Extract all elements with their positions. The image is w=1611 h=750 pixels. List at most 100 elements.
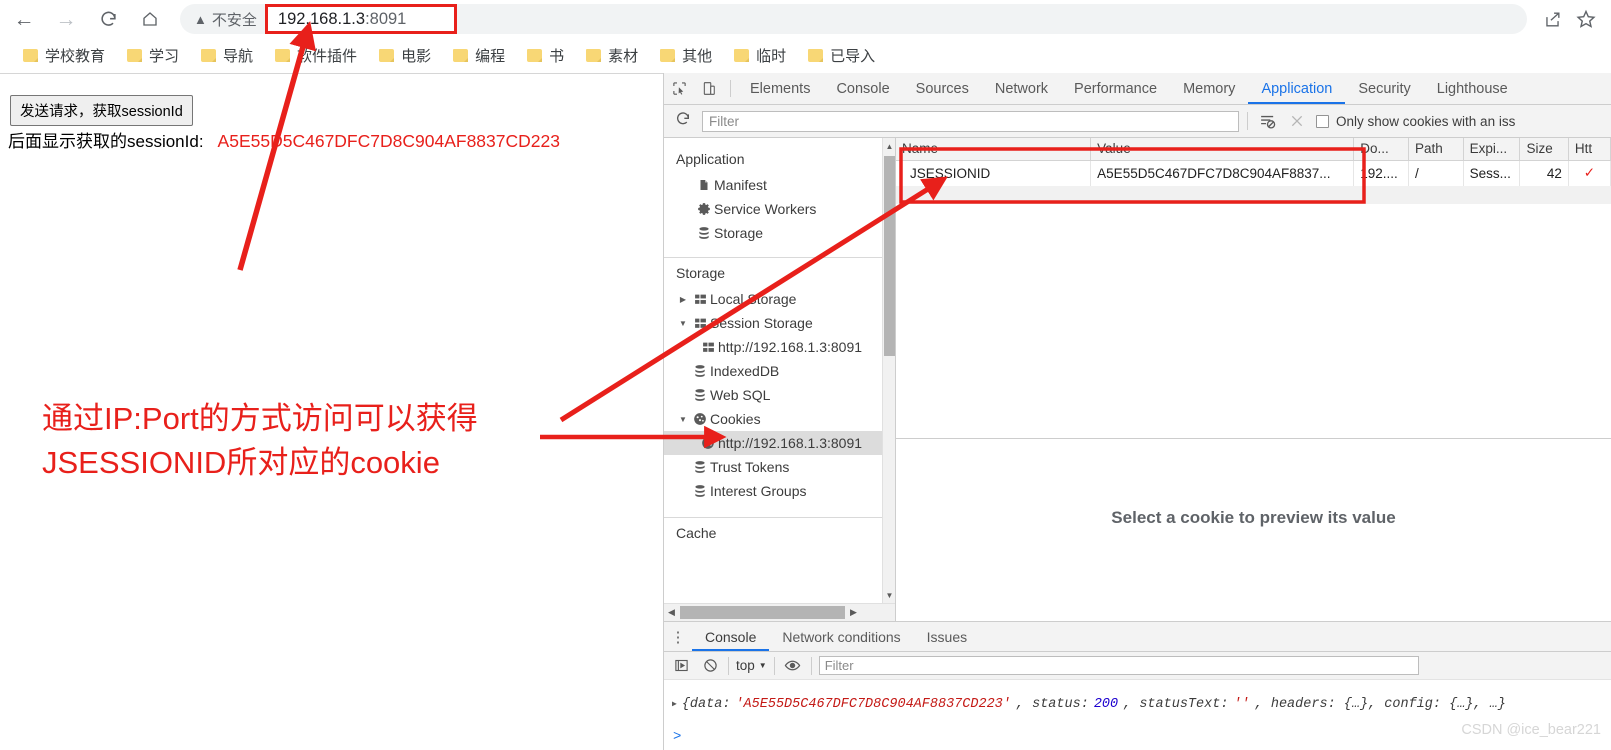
cookies-view: Name Value Do... Path Expi... Size Htt J…: [896, 138, 1611, 621]
share-icon[interactable]: [1537, 4, 1567, 34]
bookmark-item[interactable]: 软件插件: [266, 42, 366, 69]
cell-value: A5E55D5C467DFC7D8C904AF8837...: [1090, 160, 1355, 186]
log-data-value: 'A5E55D5C467DFC7D8C904AF8837CD223': [735, 696, 1011, 712]
back-button[interactable]: ←: [6, 1, 42, 37]
sidebar-item-session-storage[interactable]: ▼ Session Storage: [664, 311, 895, 335]
expand-triangle-icon[interactable]: ▶: [672, 699, 677, 709]
twisty-collapsed-icon[interactable]: ▶: [676, 295, 690, 304]
security-label: 不安全: [211, 11, 257, 29]
drawer-tab-network-conditions[interactable]: Network conditions: [769, 622, 913, 651]
column-header-domain[interactable]: Do...: [1353, 138, 1409, 161]
sidebar-item-service-workers[interactable]: Service Workers: [664, 197, 895, 221]
bookmark-item[interactable]: 学校教育: [14, 42, 114, 69]
bookmark-item[interactable]: 编程: [444, 42, 514, 69]
tab-network[interactable]: Network: [982, 73, 1061, 104]
bookmark-item[interactable]: 书: [518, 42, 573, 69]
sidebar-item-storage[interactable]: Storage: [664, 221, 895, 245]
sidebar-vertical-scrollbar[interactable]: ▲ ▼: [882, 138, 895, 603]
column-header-name[interactable]: Name: [896, 138, 1092, 161]
send-request-button[interactable]: 发送请求，获取sessionId: [10, 95, 193, 126]
scroll-down-arrow[interactable]: ▼: [883, 587, 895, 603]
sidebar-item-trust-tokens[interactable]: Trust Tokens: [664, 455, 895, 479]
column-header-expires[interactable]: Expi...: [1463, 138, 1521, 161]
sidebar-item-cookies-origin[interactable]: http://192.168.1.3:8091: [664, 431, 895, 455]
clear-filtered-cookies-icon[interactable]: [1256, 113, 1278, 130]
cookie-filter-input[interactable]: Filter: [702, 110, 1239, 132]
sidebar-item-local-storage[interactable]: ▶ Local Storage: [664, 287, 895, 311]
drawer-more-icon[interactable]: ⋮: [664, 622, 692, 651]
live-expression-icon[interactable]: [782, 657, 804, 674]
console-context-selector[interactable]: top ▼: [736, 658, 767, 673]
bookmark-item[interactable]: 素材: [577, 42, 647, 69]
folder-icon: [127, 48, 143, 62]
sidebar-item-session-storage-origin[interactable]: http://192.168.1.3:8091: [664, 335, 895, 359]
chrome-actions: [1537, 4, 1611, 34]
bookmark-label: 编程: [475, 47, 506, 65]
tab-security[interactable]: Security: [1345, 73, 1423, 104]
column-header-httponly[interactable]: Htt: [1568, 138, 1611, 161]
tab-sources[interactable]: Sources: [903, 73, 982, 104]
devtools-tabbar: Elements Console Sources Network Perform…: [664, 73, 1611, 105]
sidebar-item-interest-groups[interactable]: Interest Groups: [664, 479, 895, 503]
scrollbar-thumb[interactable]: [884, 156, 895, 356]
bookmark-item[interactable]: 其他: [651, 42, 721, 69]
tab-performance[interactable]: Performance: [1061, 73, 1170, 104]
folder-icon: [453, 48, 469, 62]
execute-icon[interactable]: [670, 658, 692, 673]
device-toolbar-icon[interactable]: [694, 73, 724, 104]
session-id-value: A5E55D5C467DFC7D8C904AF8837CD223: [217, 131, 560, 151]
console-filter-input[interactable]: Filter: [818, 656, 1419, 675]
only-issues-checkbox[interactable]: [1316, 114, 1329, 128]
sidebar-item-manifest[interactable]: Manifest: [664, 173, 895, 197]
drawer-tab-issues[interactable]: Issues: [914, 622, 980, 651]
forward-button[interactable]: →: [48, 1, 84, 37]
scroll-left-arrow[interactable]: ◀: [664, 607, 679, 618]
bookmark-label: 学校教育: [45, 47, 106, 65]
url-input[interactable]: 192.168.1.3:8091: [264, 4, 457, 34]
drawer-tabbar: ⋮ Console Network conditions Issues: [664, 622, 1611, 652]
security-status[interactable]: ▲ 不安全: [180, 9, 257, 30]
scroll-right-arrow[interactable]: ▶: [846, 607, 861, 618]
sidebar-item-indexeddb[interactable]: IndexedDB: [664, 359, 895, 383]
inspect-element-icon[interactable]: [664, 73, 694, 104]
tab-application[interactable]: Application: [1248, 73, 1345, 104]
clear-all-cookies-icon[interactable]: [1286, 113, 1308, 129]
bookmark-item[interactable]: 学习: [118, 42, 188, 69]
omnibox[interactable]: ▲ 不安全 192.168.1.3:8091: [180, 4, 1527, 34]
table-row[interactable]: JSESSIONID A5E55D5C467DFC7D8C904AF8837..…: [896, 160, 1611, 186]
scroll-up-arrow[interactable]: ▲: [883, 138, 895, 154]
database-icon: [690, 388, 710, 402]
only-issues-checkbox-wrap[interactable]: Only show cookies with an iss: [1316, 114, 1515, 129]
reload-button[interactable]: [90, 1, 126, 37]
column-header-path[interactable]: Path: [1408, 138, 1464, 161]
tab-lighthouse[interactable]: Lighthouse: [1424, 73, 1521, 104]
cell-httponly: ✓: [1568, 160, 1611, 186]
tab-memory[interactable]: Memory: [1170, 73, 1248, 104]
column-header-value[interactable]: Value: [1090, 138, 1355, 161]
browser-toolbar: ← → ▲ 不安全 192.168.1.3:8091: [0, 0, 1611, 38]
bookmark-item[interactable]: 导航: [192, 42, 262, 69]
application-sidebar: Application Manifest Service Workers Sto…: [664, 138, 896, 621]
bookmark-item[interactable]: 临时: [725, 42, 795, 69]
sidebar-horizontal-scrollbar[interactable]: ◀ ▶: [664, 603, 895, 621]
bookmark-item[interactable]: 电影: [370, 42, 440, 69]
clear-console-icon[interactable]: [699, 658, 721, 673]
tab-console[interactable]: Console: [823, 73, 902, 104]
bookmark-label: 书: [549, 47, 565, 65]
grid-icon: [698, 341, 718, 354]
refresh-icon[interactable]: [672, 111, 694, 132]
sidebar-item-cookies[interactable]: ▼ Cookies: [664, 407, 895, 431]
twisty-expanded-icon[interactable]: ▼: [676, 415, 690, 424]
scrollbar-thumb[interactable]: [680, 606, 845, 619]
tab-elements[interactable]: Elements: [737, 73, 823, 104]
home-button[interactable]: [132, 1, 168, 37]
bookmark-item[interactable]: 已导入: [799, 42, 884, 69]
twisty-expanded-icon[interactable]: ▼: [676, 319, 690, 328]
database-icon: [690, 460, 710, 474]
console-log-entry[interactable]: ▶ {data: 'A5E55D5C467DFC7D8C904AF8837CD22…: [664, 680, 1611, 724]
star-icon[interactable]: [1571, 4, 1601, 34]
sidebar-item-web-sql[interactable]: Web SQL: [664, 383, 895, 407]
drawer-tab-console[interactable]: Console: [692, 622, 769, 651]
sidebar-item-label: Cookies: [710, 411, 761, 427]
column-header-size[interactable]: Size: [1519, 138, 1569, 161]
